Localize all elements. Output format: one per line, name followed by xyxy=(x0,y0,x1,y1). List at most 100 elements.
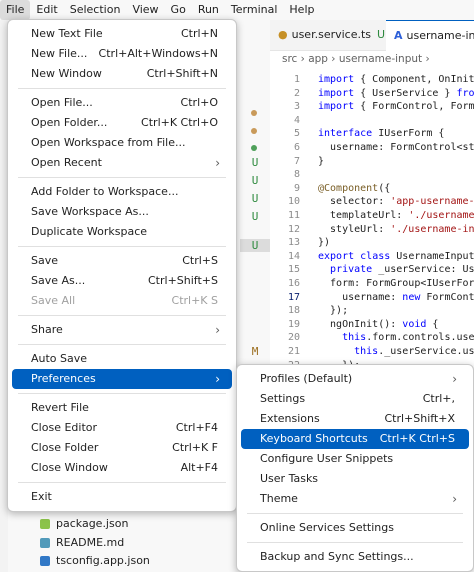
menu-go[interactable]: Go xyxy=(165,0,192,20)
menu-item-save-workspace-as[interactable]: Save Workspace As... xyxy=(12,202,232,222)
menu-view[interactable]: View xyxy=(126,0,164,20)
file-menu: New Text File Ctrl+N New File... Ctrl+Alt+… xyxy=(7,19,237,512)
file-label: tsconfig.app.json xyxy=(56,554,150,567)
line-number: 12 xyxy=(287,223,300,235)
menu-separator xyxy=(18,393,226,394)
editor-tab-bar: ●user.service.ts U Ausername-input xyxy=(270,20,474,51)
menu-item-new-file[interactable]: New File... Ctrl+Alt+Windows+N xyxy=(12,44,232,64)
untracked-dot-icon xyxy=(251,145,257,151)
menu-edit[interactable]: Edit xyxy=(30,0,63,20)
git-status-u: U xyxy=(251,192,259,205)
code-line: form: FormGroup<IUserForm> = xyxy=(330,278,474,289)
angular-icon: A xyxy=(394,29,403,42)
menu-separator xyxy=(247,513,463,514)
git-status-m: M xyxy=(251,345,259,358)
menu-bar: File Edit Selection View Go Run Terminal… xyxy=(0,0,474,21)
menu-item-keyboard-shortcuts[interactable]: Keyboard Shortcuts Ctrl+K Ctrl+S xyxy=(241,429,469,449)
line-number: 2 xyxy=(293,87,300,99)
chevron-right-icon: › xyxy=(215,156,220,170)
line-number: 9 xyxy=(293,182,300,194)
menu-item-preferences[interactable]: Preferences › xyxy=(12,369,232,389)
breadcrumb[interactable]: src › app › username-input › xyxy=(270,50,474,68)
menu-separator xyxy=(247,542,463,543)
chevron-right-icon: › xyxy=(215,323,220,337)
line-number: 16 xyxy=(287,278,300,289)
code-line: this._userService.usernam xyxy=(354,346,474,357)
line-number: 8 xyxy=(293,169,300,181)
menu-item-new-text-file[interactable]: New Text File Ctrl+N xyxy=(12,24,232,44)
tab-label: username-input xyxy=(406,29,474,42)
line-number: 19 xyxy=(287,318,300,330)
code-line: @Component({ xyxy=(318,182,391,194)
menu-item-extensions[interactable]: Extensions Ctrl+Shift+X xyxy=(241,409,469,429)
code-line: templateUrl: './username-inpu xyxy=(318,210,474,221)
code-line: export class UsernameInputCompo xyxy=(318,250,474,262)
menu-item-open-recent[interactable]: Open Recent › xyxy=(12,153,232,173)
git-status-u: U xyxy=(251,174,259,187)
menu-item-settings[interactable]: Settings Ctrl+, xyxy=(241,389,469,409)
line-number: 17 xyxy=(287,291,300,303)
code-line: ngOnInit(): void { xyxy=(318,318,439,330)
code-line: this.form.controls.usernam xyxy=(342,332,474,344)
menu-item-save-all: Save All Ctrl+K S xyxy=(31,294,218,307)
line-number: 21 xyxy=(287,346,300,357)
file-item-package-json[interactable]: package.json xyxy=(40,514,128,534)
menu-item-close-folder[interactable]: Close Folder Ctrl+K F xyxy=(12,438,232,458)
code-line: username: new FormControl< xyxy=(318,291,474,303)
menu-item-close-editor[interactable]: Close Editor Ctrl+F4 xyxy=(12,418,232,438)
json-file-icon xyxy=(40,519,50,529)
file-item-tsconfig[interactable]: tsconfig.app.json xyxy=(40,551,150,571)
menu-terminal[interactable]: Terminal xyxy=(225,0,284,20)
menu-item-backup-sync[interactable]: Backup and Sync Settings... xyxy=(241,547,469,567)
menu-file[interactable]: File xyxy=(0,0,31,20)
menu-item-save-as[interactable]: Save As... Ctrl+Shift+S xyxy=(12,271,232,291)
menu-item-new-window[interactable]: New Window Ctrl+Shift+N xyxy=(12,64,232,84)
menu-item-duplicate-workspace[interactable]: Duplicate Workspace xyxy=(12,222,232,242)
menu-item-open-file[interactable]: Open File... Ctrl+O xyxy=(12,93,232,113)
menu-selection[interactable]: Selection xyxy=(64,0,127,20)
preferences-submenu: Profiles (Default) › Settings Ctrl+, Exten… xyxy=(236,364,474,572)
code-line: import { FormControl, FormGroup xyxy=(318,101,474,113)
line-number: 1 xyxy=(293,74,300,85)
typescript-file-icon: ● xyxy=(278,28,288,41)
line-number: 5 xyxy=(293,128,300,140)
git-status-u: U xyxy=(251,210,259,223)
menu-item-revert-file[interactable]: Revert File xyxy=(12,398,232,418)
line-number: 6 xyxy=(293,142,300,153)
modified-dot-icon xyxy=(251,110,257,116)
tab-user-service[interactable]: ● user.service.ts U xyxy=(270,20,388,50)
line-number: 7 xyxy=(293,155,300,167)
line-number: 13 xyxy=(287,237,300,249)
tab-label: user.service.ts xyxy=(291,28,372,41)
tsconfig-file-icon xyxy=(40,556,50,566)
menu-item-auto-save[interactable]: Auto Save xyxy=(12,349,232,369)
code-line: import { UserService } from '. xyxy=(318,87,474,99)
modified-dot-icon xyxy=(251,128,257,134)
chevron-right-icon: › xyxy=(452,492,457,506)
code-line: styleUrl: './username-input. xyxy=(318,223,474,235)
menu-item-profiles[interactable]: Profiles (Default) › xyxy=(241,369,469,389)
file-label: README.md xyxy=(56,536,125,549)
code-line: }) xyxy=(318,237,331,249)
tab-username-input[interactable]: Ausername-input xyxy=(386,20,474,51)
menu-separator xyxy=(18,177,226,178)
file-item-readme[interactable]: README.md xyxy=(40,533,124,553)
menu-separator xyxy=(18,344,226,345)
menu-item-open-workspace[interactable]: Open Workspace from File... xyxy=(12,133,232,153)
menu-item-configure-snippets[interactable]: Configure User Snippets xyxy=(241,449,469,469)
menu-help[interactable]: Help xyxy=(283,0,320,20)
menu-item-online-services[interactable]: Online Services Settings xyxy=(241,518,469,538)
menu-item-add-folder[interactable]: Add Folder to Workspace... xyxy=(12,182,232,202)
menu-item-close-window[interactable]: Close Window Alt+F4 xyxy=(12,458,232,478)
code-line: private _userService: UserSer xyxy=(330,264,474,276)
line-number: 4 xyxy=(293,114,300,126)
menu-item-user-tasks[interactable]: User Tasks xyxy=(241,469,469,489)
menu-run[interactable]: Run xyxy=(192,0,225,20)
menu-item-open-folder[interactable]: Open Folder... Ctrl+K Ctrl+O xyxy=(12,113,232,133)
menu-item-save[interactable]: Save Ctrl+S xyxy=(12,251,232,271)
menu-item-exit[interactable]: Exit xyxy=(12,487,232,507)
git-status-u-selected: U xyxy=(240,239,270,252)
menu-item-theme[interactable]: Theme › xyxy=(241,489,469,509)
menu-item-share[interactable]: Share › xyxy=(12,320,232,340)
menu-separator xyxy=(18,88,226,89)
